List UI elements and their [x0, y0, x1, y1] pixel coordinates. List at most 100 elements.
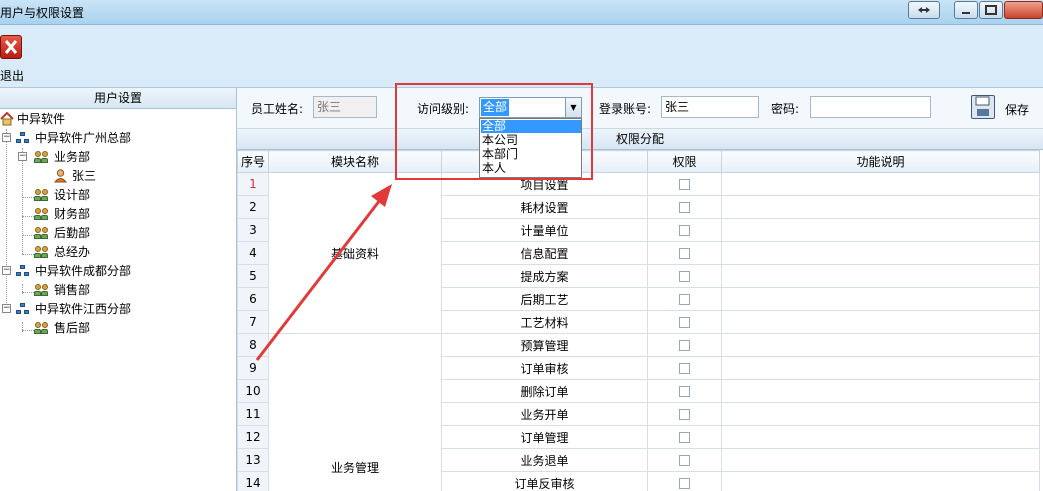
tree-item-guangzhou[interactable]: − 中异软件广州总部 [0, 129, 230, 148]
access-option-department[interactable]: 本部门 [481, 148, 581, 161]
chevron-down-icon[interactable]: ▼ [565, 98, 581, 117]
tree-item-label: 中异软件广州总部 [35, 131, 132, 145]
access-option-self[interactable]: 本人 [481, 162, 581, 175]
tree-item-finance-dept[interactable]: 财务部 [0, 205, 230, 224]
access-level-dropdown: 全部 本公司 本部门 本人 [479, 118, 582, 178]
collapse-icon[interactable]: − [18, 152, 27, 161]
dept-icon [34, 246, 49, 259]
login-account-field[interactable]: 张三 [661, 96, 759, 118]
permission-checkbox[interactable] [679, 179, 690, 190]
tree-item-aftersales-dept[interactable]: 售后部 [0, 319, 230, 338]
permission-checkbox[interactable] [679, 294, 690, 305]
exit-button[interactable]: 退出 [0, 35, 26, 83]
description-cell[interactable] [721, 356, 1040, 380]
row-index: 14 [237, 471, 269, 491]
permission-checkbox[interactable] [679, 202, 690, 213]
permission-cell [647, 287, 722, 311]
home-icon [0, 111, 14, 126]
permission-cell [647, 195, 722, 219]
access-option-company[interactable]: 本公司 [481, 134, 581, 147]
close-window-icon[interactable] [1004, 1, 1043, 19]
column-header-permission[interactable]: 权限 [647, 150, 722, 173]
table-row[interactable]: 1 基础资料 项目设置 [237, 172, 1040, 334]
org-icon [16, 132, 30, 144]
tree-item-root[interactable]: 中异软件 [0, 110, 230, 129]
user-form-bar: 员工姓名: 张三 访问级别: 全部 ▼ 登录账号: 张三 密码: 保存 [237, 88, 1043, 129]
permission-cell [647, 425, 722, 449]
save-button[interactable]: 保存 [971, 93, 1033, 123]
table-header-row: 序号 模块名称 权限 功能说明 [237, 150, 1040, 173]
tree-item-business-dept[interactable]: − 业务部 [0, 148, 230, 167]
permission-checkbox[interactable] [679, 386, 690, 397]
description-cell[interactable] [721, 448, 1040, 472]
description-cell[interactable] [721, 195, 1040, 219]
tree-item-label: 设计部 [54, 188, 91, 202]
org-icon [16, 265, 30, 277]
permission-checkbox[interactable] [679, 455, 690, 466]
table-row[interactable]: 8 业务管理 预算管理 [237, 333, 1040, 491]
function-cell: 耗材设置 [441, 195, 648, 219]
save-icon [971, 95, 995, 119]
module-cell-business: 业务管理 [268, 333, 442, 491]
tree-item-logistics-dept[interactable]: 后勤部 [0, 224, 230, 243]
access-option-all[interactable]: 全部 [481, 120, 581, 133]
description-cell[interactable] [721, 425, 1040, 449]
permission-checkbox[interactable] [679, 432, 690, 443]
row-index: 2 [237, 195, 269, 219]
description-cell[interactable] [721, 379, 1040, 403]
tree-item-jiangxi[interactable]: − 中异软件江西分部 [0, 300, 230, 319]
tree-item-label: 中异软件 [17, 112, 66, 126]
description-cell[interactable] [721, 287, 1040, 311]
row-index: 5 [237, 264, 269, 288]
description-cell[interactable] [721, 172, 1040, 196]
permission-checkbox[interactable] [679, 225, 690, 236]
row-index: 9 [237, 356, 269, 380]
permission-checkbox[interactable] [679, 340, 690, 351]
permission-checkbox[interactable] [679, 478, 690, 489]
description-cell[interactable] [721, 218, 1040, 242]
collapse-icon[interactable]: − [2, 133, 11, 142]
function-cell: 计量单位 [441, 218, 648, 242]
function-cell: 订单反审核 [441, 471, 648, 491]
password-field[interactable] [810, 96, 931, 118]
dept-icon [34, 189, 49, 202]
description-cell[interactable] [721, 310, 1040, 334]
access-level-select[interactable]: 全部 ▼ [479, 97, 582, 118]
tree-item-chengdu[interactable]: − 中异软件成都分部 [0, 262, 230, 281]
employee-name-label: 员工姓名: [251, 102, 304, 116]
function-cell: 预算管理 [441, 333, 648, 357]
collapse-icon[interactable]: − [2, 304, 11, 313]
column-header-module[interactable]: 模块名称 [268, 150, 442, 173]
row-index: 12 [237, 425, 269, 449]
tree-item-design-dept[interactable]: 设计部 [0, 186, 230, 205]
permission-cell [647, 264, 722, 288]
maximize-icon[interactable] [979, 1, 1003, 19]
permission-cell [647, 379, 722, 403]
employee-name-field[interactable]: 张三 [313, 96, 377, 118]
description-cell[interactable] [721, 471, 1040, 491]
description-cell[interactable] [721, 402, 1040, 426]
permission-checkbox[interactable] [679, 317, 690, 328]
tree-item-label: 销售部 [54, 283, 91, 297]
minimize-icon[interactable] [954, 1, 978, 19]
column-header-index[interactable]: 序号 [237, 150, 269, 173]
collapse-icon[interactable]: − [2, 266, 11, 275]
permission-cell [647, 356, 722, 380]
permission-checkbox[interactable] [679, 363, 690, 374]
permission-checkbox[interactable] [679, 409, 690, 420]
restore-icon[interactable] [908, 1, 940, 19]
row-index: 1 [237, 172, 269, 196]
permission-checkbox[interactable] [679, 271, 690, 282]
tree-item-gm-office[interactable]: 总经办 [0, 243, 230, 262]
description-cell[interactable] [721, 264, 1040, 288]
description-cell[interactable] [721, 241, 1040, 265]
permission-cell [647, 172, 722, 196]
description-cell[interactable] [721, 333, 1040, 357]
permission-checkbox[interactable] [679, 248, 690, 259]
column-header-description[interactable]: 功能说明 [721, 150, 1040, 173]
dept-icon [34, 151, 49, 164]
permission-grid: 序号 模块名称 权限 功能说明 1 基础资料 项目设置 2 耗材设置 3 计量单… [237, 150, 1043, 491]
tree-item-user-zhangsan[interactable]: 张三 [0, 167, 230, 186]
tree-item-sales-dept[interactable]: 销售部 [0, 281, 230, 300]
tree-item-label: 售后部 [54, 321, 91, 335]
